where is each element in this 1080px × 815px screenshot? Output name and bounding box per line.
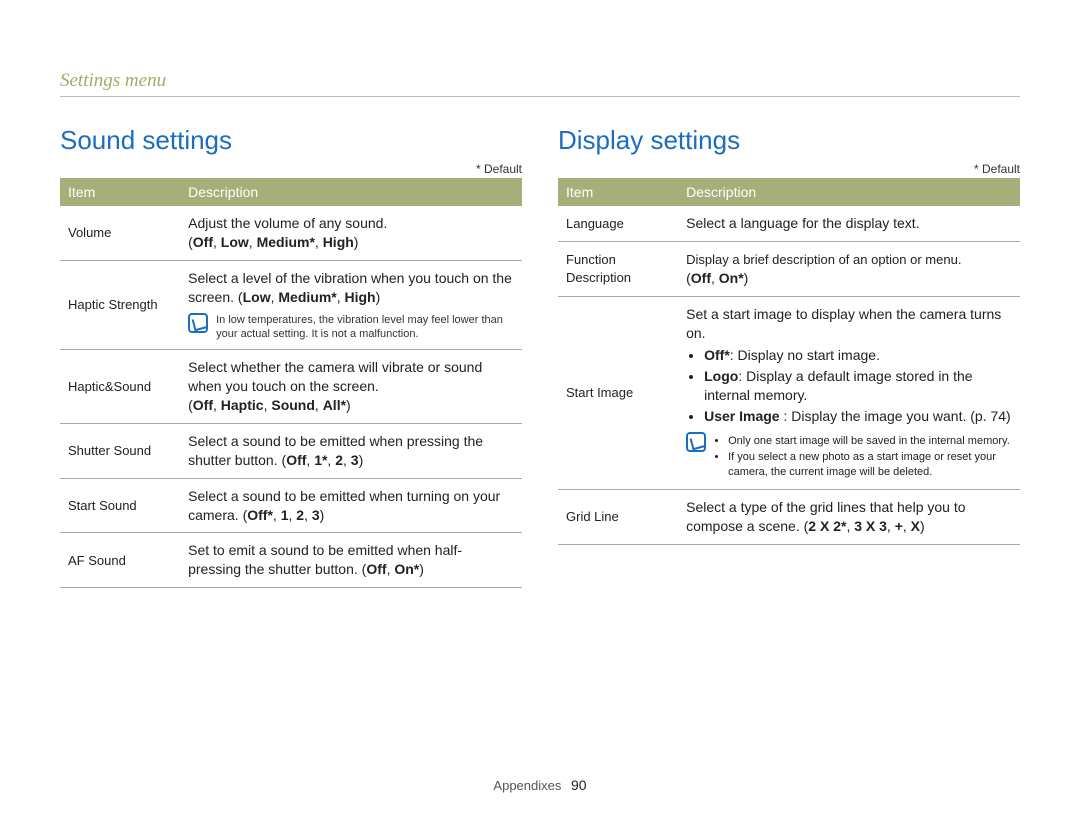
footer-section-label: Appendixes bbox=[493, 778, 561, 793]
item-description: Display a brief description of an option… bbox=[678, 241, 1020, 296]
table-row: Grid Line Select a type of the grid line… bbox=[558, 489, 1020, 544]
table-row: AF Sound Set to emit a sound to be emitt… bbox=[60, 533, 522, 588]
table-row: Start Sound Select a sound to be emitted… bbox=[60, 478, 522, 533]
note-icon bbox=[188, 313, 208, 333]
note-text: In low temperatures, the vibration level… bbox=[216, 313, 514, 342]
item-label: Haptic Strength bbox=[60, 260, 180, 349]
col-header-description: Description bbox=[180, 178, 522, 206]
item-description: Select whether the camera will vibrate o… bbox=[180, 350, 522, 424]
note-icon bbox=[686, 432, 706, 452]
table-row: Haptic&Sound Select whether the camera w… bbox=[60, 350, 522, 424]
item-label: Volume bbox=[60, 206, 180, 260]
item-description: Set to emit a sound to be emitted when h… bbox=[180, 533, 522, 588]
display-settings-table: Item Description Language Select a langu… bbox=[558, 178, 1020, 545]
table-row: Start Image Set a start image to display… bbox=[558, 296, 1020, 489]
item-description: Select a sound to be emitted when turnin… bbox=[180, 478, 522, 533]
table-row: Function Description Display a brief des… bbox=[558, 241, 1020, 296]
item-label: Language bbox=[558, 206, 678, 241]
default-note-left: * Default bbox=[60, 162, 522, 176]
display-settings-column: Display settings * Default Item Descript… bbox=[558, 125, 1020, 588]
breadcrumb: Settings menu bbox=[60, 70, 1020, 97]
item-description: Select a sound to be emitted when pressi… bbox=[180, 423, 522, 478]
table-row: Language Select a language for the displ… bbox=[558, 206, 1020, 241]
item-description: Select a type of the grid lines that hel… bbox=[678, 489, 1020, 544]
col-header-description: Description bbox=[678, 178, 1020, 206]
sound-settings-table: Item Description Volume Adjust the volum… bbox=[60, 178, 522, 588]
item-label: Start Image bbox=[558, 296, 678, 489]
table-row: Haptic Strength Select a level of the vi… bbox=[60, 260, 522, 349]
sound-settings-column: Sound settings * Default Item Descriptio… bbox=[60, 125, 522, 588]
item-description: Select a language for the display text. bbox=[678, 206, 1020, 241]
item-label: Grid Line bbox=[558, 489, 678, 544]
item-label: Shutter Sound bbox=[60, 423, 180, 478]
page-footer: Appendixes 90 bbox=[0, 777, 1080, 793]
table-row: Volume Adjust the volume of any sound. (… bbox=[60, 206, 522, 260]
item-description: Set a start image to display when the ca… bbox=[678, 296, 1020, 489]
item-label: Haptic&Sound bbox=[60, 350, 180, 424]
item-label: AF Sound bbox=[60, 533, 180, 588]
page-number: 90 bbox=[571, 777, 587, 793]
note-text: Only one start image will be saved in th… bbox=[714, 432, 1012, 481]
display-settings-heading: Display settings bbox=[558, 125, 1020, 156]
sound-settings-heading: Sound settings bbox=[60, 125, 522, 156]
item-description: Select a level of the vibration when you… bbox=[180, 260, 522, 349]
col-header-item: Item bbox=[60, 178, 180, 206]
item-description: Adjust the volume of any sound. (Off, Lo… bbox=[180, 206, 522, 260]
table-row: Shutter Sound Select a sound to be emitt… bbox=[60, 423, 522, 478]
col-header-item: Item bbox=[558, 178, 678, 206]
default-note-right: * Default bbox=[558, 162, 1020, 176]
item-label: Function Description bbox=[558, 241, 678, 296]
item-label: Start Sound bbox=[60, 478, 180, 533]
